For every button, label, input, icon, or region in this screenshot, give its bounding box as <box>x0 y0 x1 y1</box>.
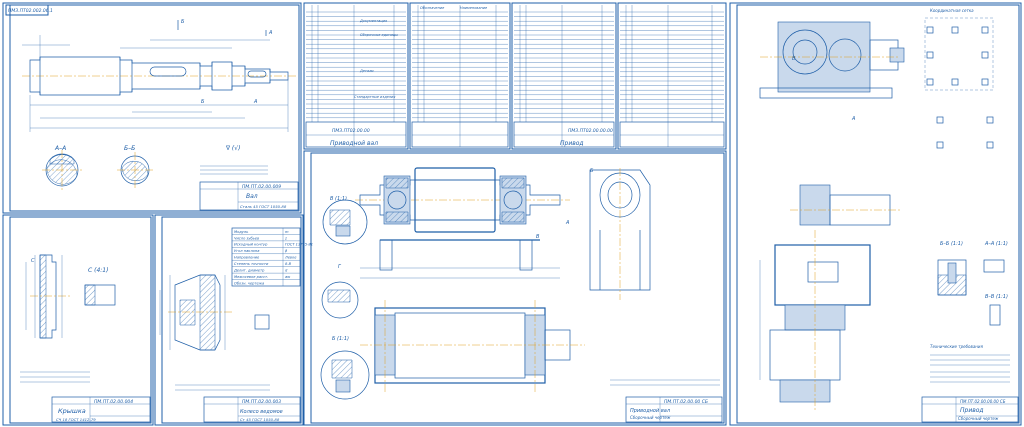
svg-text:В: В <box>792 56 796 62</box>
drive-sheet: Координатная сетка В А Б–Б (1:1) А–А (1:… <box>729 2 1022 426</box>
spec-sec-docs: Документация <box>359 19 387 23</box>
cover-title-code: ПМ.ПТ.02.00.004 <box>94 399 133 405</box>
cover-scale-label: С (4:1) <box>88 267 108 274</box>
drive-grid-header: Координатная сетка <box>930 8 974 13</box>
spec-col-name: Наименование <box>460 6 487 10</box>
gear-param-value: d <box>285 269 288 273</box>
gear-param-value: ГОСТ 13755-81 <box>285 243 313 247</box>
section-b-title: Б–Б <box>124 145 135 152</box>
section-a-title: А–А <box>54 145 66 152</box>
drive-title-sub: Сборочный чертеж <box>958 416 999 421</box>
drive-letter-a: А <box>851 116 856 122</box>
shaft-title-name: Вал <box>246 193 258 200</box>
shaft-material: Сталь 45 ГОСТ 1050-88 <box>240 204 287 209</box>
cover-title-name: Крышка <box>58 407 86 415</box>
spec2-code: ПМЗ.ПТ02.00.00.00 <box>568 128 613 134</box>
cover-sheet: С (4:1) С ПМ.ПТ.02.00.004 Крышка СЧ 18 Г… <box>2 214 154 426</box>
shaft-sheet: ПМЗ.ПТ02.002.06.1 Б А Б А А–А Б–Б ∇ (√) … <box>2 2 302 214</box>
gear-param-value: 8-В <box>285 262 292 266</box>
assembly-sheet: А В Б В (1:1) Г Б (1:1) ПМ.ПТ.02.00.00 С… <box>303 150 727 426</box>
gear-param-name: Направление <box>234 256 260 260</box>
shaft-cut-b-bottom: Б <box>201 99 205 105</box>
gear-title-name: Колесо ведомое <box>240 409 283 415</box>
spec1-code: ПМЗ.ПТ02.00.00 <box>332 128 370 134</box>
spec-col-designation: Обозначение <box>420 6 444 10</box>
cover-material: СЧ 18 ГОСТ 1412-79 <box>56 417 96 422</box>
spec-sec-std: Стандартные изделия <box>354 95 395 99</box>
shaft-roughness: ∇ (√) <box>225 145 240 152</box>
drive-title-name: Привод <box>960 407 984 414</box>
shaft-title-code: ПМ.ПТ.02.00.009 <box>242 184 281 190</box>
assembly-detail-g-label: Б (1:1) <box>332 336 349 342</box>
assembly-letter-a: А <box>565 220 570 226</box>
spec1-title: Приводной вал <box>330 140 378 147</box>
gear-param-name: Исходный контур <box>234 243 268 247</box>
gear-material: Ст 45 ГОСТ 1050-88 <box>240 417 280 422</box>
drive-title-code: ПМ.ПТ.02.00.00.00 СБ <box>960 399 1006 404</box>
gear-param-value: Левое <box>284 256 297 260</box>
gear-param-name: Число зубьев <box>234 236 259 240</box>
assembly-letter-v: В <box>536 234 540 240</box>
coordinate-grid <box>924 17 994 149</box>
gear-param-value: m <box>285 230 289 234</box>
gear-param-value: aw <box>285 275 290 279</box>
gear-param-name: Угол наклона <box>234 249 260 253</box>
gear-param-name: Межосевое расст. <box>234 275 268 279</box>
assembly-title-name: Приводной вал <box>630 408 671 414</box>
drawing-sheet: ПМЗ.ПТ02.002.06.1 Б А Б А А–А Б–Б ∇ (√) … <box>2 2 1022 426</box>
gear-title-code: ПМ.ПТ.02.00.003 <box>242 399 281 405</box>
spec2-title: Привод <box>560 140 584 147</box>
gear-sheet: Модуль m Число зубьев z Исходный контур ГОСТ … <box>154 214 313 426</box>
shaft-stamp: ПМЗ.ПТ02.002.06.1 <box>8 8 53 14</box>
drive-tech-title: Технические требования <box>930 344 984 349</box>
gear-param-name: Модуль <box>234 230 248 234</box>
gear-param-name: Обозн. чертежа <box>234 281 264 285</box>
assembly-title-code: ПМ.ПТ.02.00.00 СБ <box>664 399 708 405</box>
assembly-title-sub: Сборочный чертеж <box>630 415 671 420</box>
gear-param-name: Делит. диаметр <box>233 269 265 273</box>
shaft-cut-b-top: Б <box>181 19 185 25</box>
shaft-cut-a-bottom: А <box>253 99 258 105</box>
assembly-letter-g: Г <box>338 264 342 270</box>
drive-section-bb: Б–Б (1:1) <box>940 241 963 247</box>
drive-section-vv: В–В (1:1) <box>985 294 1008 300</box>
spec-sec-parts: Детали <box>359 69 374 73</box>
gear-param-value: β <box>285 249 288 253</box>
assembly-letter-b: Б <box>590 168 594 174</box>
spec-sec-assy: Сборочные единицы <box>360 33 398 37</box>
drive-section-aa: А–А (1:1) <box>984 241 1008 247</box>
svg-text:С: С <box>31 258 35 264</box>
shaft-cut-a-top: А <box>268 30 273 36</box>
gear-param-value: z <box>284 236 287 240</box>
gear-param-name: Степень точности <box>234 262 269 266</box>
spec-sheets: Приводной вал ПМЗ.ПТ02.00.00 Привод ПМЗ.… <box>303 2 727 150</box>
